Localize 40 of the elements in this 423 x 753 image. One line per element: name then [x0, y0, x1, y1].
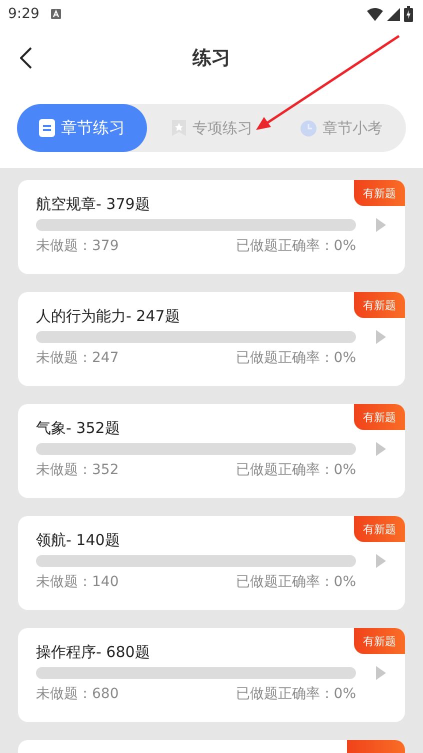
- new-questions-badge: 有新题: [354, 628, 405, 654]
- accuracy-rate: 已做题正确率：0%: [236, 237, 356, 255]
- new-questions-badge: 有新题: [354, 292, 405, 318]
- accuracy-rate: 已做题正确率：0%: [236, 573, 356, 591]
- chapter-title: 操作程序- 680题: [36, 642, 151, 662]
- play-arrow-icon[interactable]: [376, 442, 386, 456]
- undone-count: 未做题：247: [36, 349, 119, 367]
- undone-count: 未做题：680: [36, 685, 119, 703]
- chapter-card[interactable]: 有新题 人的行为能力- 247题 未做题：247 已做题正确率：0%: [18, 292, 405, 386]
- document-icon: [38, 119, 55, 137]
- undone-count: 未做题：352: [36, 461, 119, 479]
- accuracy-rate: 已做题正确率：0%: [236, 461, 356, 479]
- play-arrow-icon[interactable]: [376, 554, 386, 568]
- notification-icon: [51, 9, 62, 19]
- bookmark-star-icon: [170, 119, 186, 137]
- chapter-card[interactable]: 有新题 领航- 140题 未做题：140 已做题正确率：0%: [18, 516, 405, 610]
- chapter-card[interactable]: 有新题 操作程序- 680题 未做题：680 已做题正确率：0%: [18, 628, 405, 722]
- chapter-title: 气象- 352题: [36, 418, 121, 438]
- chapter-title: 航空规章- 379题: [36, 194, 151, 214]
- chapter-title: 人的行为能力- 247题: [36, 306, 181, 326]
- new-questions-badge: 有新题: [354, 516, 405, 542]
- status-time: 9:29: [8, 6, 40, 22]
- chapter-title: 领航- 140题: [36, 530, 121, 550]
- clock-icon: [300, 120, 317, 136]
- signal-icon: [387, 8, 400, 20]
- page-title: 练习: [192, 46, 230, 71]
- new-questions-badge: 有新题: [354, 404, 405, 430]
- chapter-card[interactable]: 有新题 航空规章- 379题 未做题：379 已做题正确率：0%: [18, 180, 405, 274]
- accuracy-rate: 已做题正确率：0%: [236, 685, 356, 703]
- wifi-icon: [367, 8, 383, 20]
- play-arrow-icon[interactable]: [376, 330, 386, 344]
- undone-count: 未做题：140: [36, 573, 119, 591]
- play-arrow-icon[interactable]: [376, 218, 386, 232]
- accuracy-rate: 已做题正确率：0%: [236, 349, 356, 367]
- chapter-card[interactable]: 有新题 气象- 352题 未做题：352 已做题正确率：0%: [18, 404, 405, 498]
- play-arrow-icon[interactable]: [376, 666, 386, 680]
- battery-icon: [404, 6, 413, 22]
- undone-count: 未做题：379: [36, 237, 119, 255]
- back-icon[interactable]: [20, 47, 32, 69]
- new-questions-badge: 有新题: [354, 180, 405, 206]
